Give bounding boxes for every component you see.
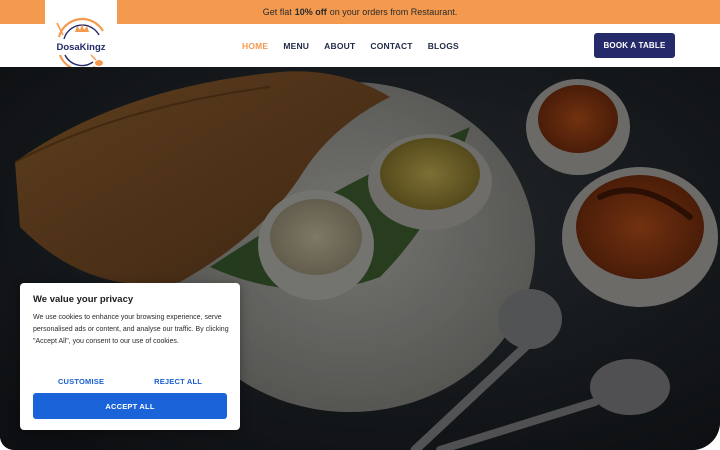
nav-blogs[interactable]: BLOGS bbox=[428, 41, 459, 51]
cookie-secondary-actions: CUSTOMISE REJECT ALL bbox=[33, 374, 227, 388]
accept-all-button[interactable]: ACCEPT ALL bbox=[33, 393, 227, 419]
customise-button[interactable]: CUSTOMISE bbox=[58, 377, 104, 386]
cookie-consent-dialog: We value your privacy We use cookies to … bbox=[20, 283, 240, 430]
nav-home[interactable]: HOME bbox=[242, 41, 268, 51]
book-table-button[interactable]: BOOK A TABLE bbox=[594, 33, 675, 58]
promo-text-after: on your orders from Restaurant. bbox=[329, 7, 458, 17]
promo-text-before: Get flat bbox=[262, 7, 292, 17]
nav-menu[interactable]: MENU bbox=[283, 41, 309, 51]
reject-all-button[interactable]: REJECT ALL bbox=[154, 377, 202, 386]
cookie-body: We use cookies to enhance your browsing … bbox=[33, 314, 229, 345]
promo-highlight: 10% off bbox=[294, 7, 327, 17]
main-nav: HOME MENU ABOUT CONTACT BLOGS bbox=[242, 24, 459, 67]
cookie-title: We value your privacy bbox=[33, 294, 134, 305]
nav-contact[interactable]: CONTACT bbox=[370, 41, 412, 51]
nav-about[interactable]: ABOUT bbox=[324, 41, 355, 51]
brand-name: DosaKingz bbox=[56, 42, 105, 53]
navbar: DosaKingz HOME MENU ABOUT CONTACT BLOGS … bbox=[0, 0, 720, 91]
